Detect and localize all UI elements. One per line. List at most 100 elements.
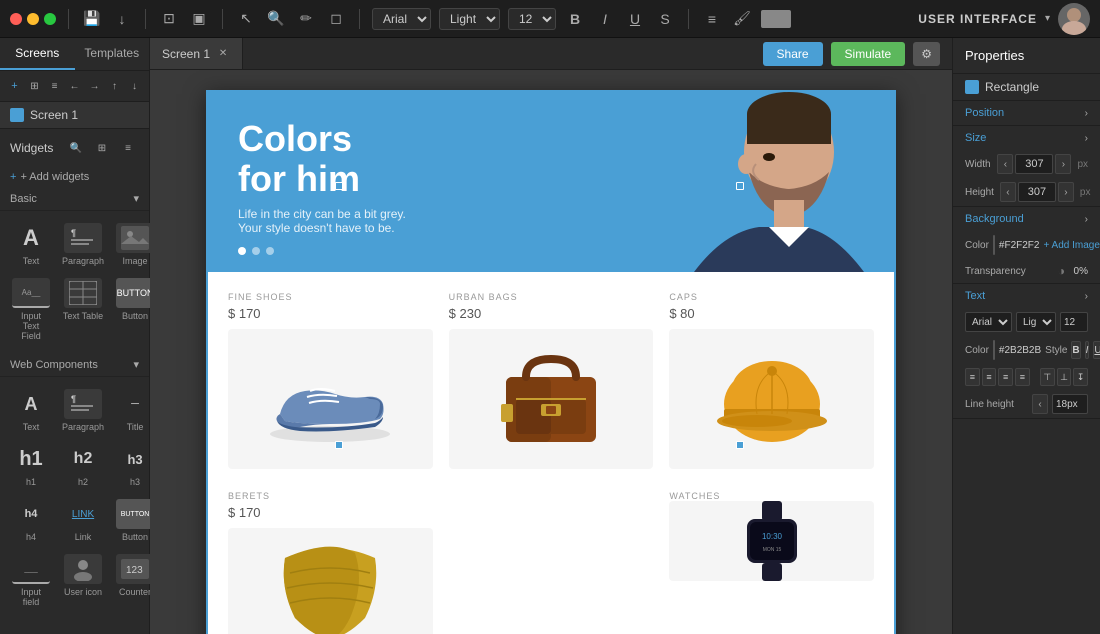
align-left-button[interactable]: ≡ [965,368,980,386]
align-middle-button[interactable]: ⊥ [1057,368,1072,386]
widget-search-icon[interactable]: 🔍 [65,137,87,159]
height-input[interactable] [1018,182,1056,202]
underline-icon[interactable]: U [624,8,646,30]
beret-svg [265,528,395,634]
canvas-tab-screen1[interactable]: Screen 1 ✕ [150,38,243,69]
lh-decrease-btn[interactable]: ‹ [1032,394,1048,414]
select-icon[interactable]: ↖ [235,8,257,30]
wc-title-icon: ─ [116,389,154,419]
separator [68,9,69,29]
align-right-button[interactable]: ≡ [998,368,1013,386]
canvas-area[interactable]: NEW OVERVIEW GALLERY CONTACT Colorsfor h… [150,70,952,634]
pencil-icon[interactable]: ✏ [295,8,317,30]
add-image-button[interactable]: + Add Image [1043,240,1099,251]
avatar[interactable] [1058,3,1090,35]
download-icon[interactable]: ↓ [111,8,133,30]
handle-tl[interactable] [335,182,343,190]
bold-style-button[interactable]: B [1071,341,1080,359]
height-decrease-btn[interactable]: ‹ [1000,182,1016,202]
screen-view-icon[interactable]: ⊞ [26,75,43,97]
italic-icon[interactable]: I [594,8,616,30]
wc-widget-h2[interactable]: h2 h2 [58,440,108,491]
tab-screens[interactable]: Screens [0,38,75,70]
simulate-button[interactable]: Simulate [831,42,906,66]
widget-paragraph[interactable]: ¶ Paragraph [58,219,108,270]
handle-bl[interactable] [335,441,343,449]
screen-item[interactable]: Screen 1 [0,102,149,128]
basic-section-header[interactable]: Basic ▾ [0,187,149,211]
add-screen-icon[interactable]: + [6,75,23,97]
chevron-down-icon[interactable]: ▾ [1045,13,1050,24]
wc-widget-paragraph[interactable]: ¶ Paragraph [58,385,108,436]
opacity-icon: ◑ [1054,263,1070,279]
shapes-icon[interactable]: ◻ [325,8,347,30]
width-increase-btn[interactable]: › [1055,154,1071,174]
arrow-right-icon[interactable]: → [86,75,103,97]
font-size-select[interactable]: 12 [508,8,556,30]
background-section-header[interactable]: Background › [953,207,1100,231]
text-size-input[interactable] [1060,312,1088,332]
italic-style-button[interactable]: I [1085,341,1090,359]
rect-label: Rectangle [985,80,1039,94]
bg-color-swatch[interactable] [993,235,995,255]
text-section-header[interactable]: Text › [953,284,1100,308]
screen-icon[interactable]: ▣ [188,8,210,30]
search-icon[interactable]: 🔍 [265,8,287,30]
widget-text[interactable]: A Text [8,219,54,270]
text-weight-select[interactable]: Light [1016,312,1056,332]
text-color-swatch[interactable] [993,340,995,360]
wc-widget-text[interactable]: A Text [8,385,54,436]
widget-table[interactable]: Text Table [58,274,108,345]
widget-input[interactable]: Aa__ Input Text Field [8,274,54,345]
tab-templates[interactable]: Templates [75,38,150,70]
opacity-value: 0% [1074,266,1088,277]
handle-tr[interactable] [736,182,744,190]
size-section-header[interactable]: Size › [953,126,1100,150]
text-font-select[interactable]: Arial [965,312,1012,332]
maximize-button[interactable] [44,13,56,25]
frame-icon[interactable]: ⊡ [158,8,180,30]
right-panel: Properties Rectangle Position › Size › W… [952,38,1100,634]
save-icon[interactable]: 💾 [81,8,103,30]
strikethrough-icon[interactable]: S [654,8,676,30]
align-icon[interactable]: ≡ [701,8,723,30]
width-decrease-btn[interactable]: ‹ [997,154,1013,174]
position-section-header[interactable]: Position › [953,101,1100,125]
width-input[interactable] [1015,154,1053,174]
arrow-up-icon[interactable]: ↑ [106,75,123,97]
dot-2[interactable] [252,247,260,255]
align-justify-button[interactable]: ≡ [1015,368,1030,386]
wc-widget-h4[interactable]: h4 h4 [8,495,54,546]
settings-button[interactable]: ⚙ [913,42,940,66]
webcomponents-section-header[interactable]: Web Components ▾ [0,353,149,377]
separator [688,9,689,29]
minimize-button[interactable] [27,13,39,25]
wc-widget-h1[interactable]: h1 h1 [8,440,54,491]
wc-widget-link[interactable]: LINK Link [58,495,108,546]
align-top-button[interactable]: ⊤ [1040,368,1055,386]
close-button[interactable] [10,13,22,25]
paint-icon[interactable]: 🖌 [731,8,753,30]
handle-br[interactable] [736,441,744,449]
widget-grid-icon[interactable]: ⊞ [91,137,113,159]
dot-1[interactable] [238,247,246,255]
align-center-button[interactable]: ≡ [982,368,997,386]
font-family-select[interactable]: Arial [372,8,431,30]
arrow-down-icon[interactable]: ↓ [126,75,143,97]
dot-3[interactable] [266,247,274,255]
bold-icon[interactable]: B [564,8,586,30]
align-bottom-button[interactable]: ↧ [1073,368,1088,386]
tab-close-icon[interactable]: ✕ [216,47,230,61]
add-widgets-button[interactable]: + + Add widgets [0,167,149,187]
height-increase-btn[interactable]: › [1058,182,1074,202]
arrow-left-icon[interactable]: ← [66,75,83,97]
lineheight-input[interactable] [1052,394,1088,414]
wc-widget-input[interactable]: ___ Input field [8,550,54,611]
font-weight-select[interactable]: Light [439,8,500,30]
share-button[interactable]: Share [763,42,823,66]
screen-list-icon[interactable]: ≡ [46,75,63,97]
color-picker[interactable] [761,10,791,28]
underline-style-button[interactable]: U [1093,341,1100,359]
widget-list-icon[interactable]: ≡ [117,137,139,159]
wc-widget-user[interactable]: User icon [58,550,108,611]
